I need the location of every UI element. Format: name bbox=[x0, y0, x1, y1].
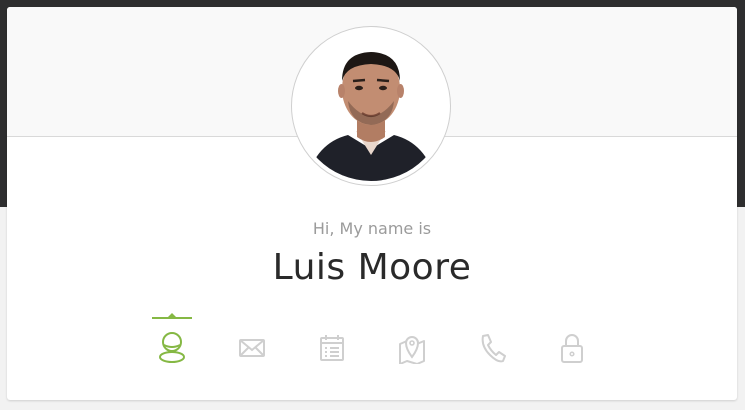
tab-lock[interactable] bbox=[550, 312, 594, 368]
tab-phone[interactable] bbox=[470, 312, 514, 368]
tab-email[interactable] bbox=[230, 312, 274, 368]
greeting-text: Hi, My name is bbox=[312, 219, 432, 238]
email-icon bbox=[239, 339, 265, 357]
avatar bbox=[291, 26, 451, 186]
map-icon bbox=[399, 336, 425, 364]
active-indicator bbox=[152, 313, 192, 319]
profile-card: Hi, My name is Luis Moore bbox=[7, 7, 737, 400]
tab-map[interactable] bbox=[390, 312, 434, 368]
avatar-photo bbox=[296, 31, 446, 181]
user-name: Luis Moore bbox=[272, 247, 472, 288]
phone-icon bbox=[481, 334, 506, 363]
calendar-icon bbox=[320, 335, 344, 361]
tab-calendar[interactable] bbox=[310, 312, 354, 368]
icon-nav bbox=[7, 312, 737, 372]
tab-user[interactable] bbox=[150, 312, 194, 368]
user-icon bbox=[159, 332, 185, 363]
lock-icon bbox=[561, 334, 583, 363]
